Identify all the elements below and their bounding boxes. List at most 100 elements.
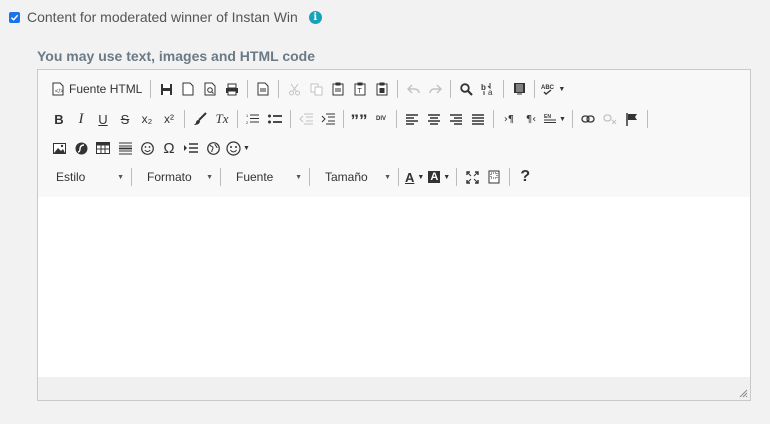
indent-button[interactable] — [317, 108, 339, 130]
cut-icon — [288, 83, 300, 95]
flash-icon — [75, 142, 87, 154]
svg-text:T: T — [358, 88, 363, 95]
justify-button[interactable] — [467, 108, 489, 130]
find-button[interactable] — [455, 78, 477, 100]
strike-button[interactable]: S — [114, 108, 136, 130]
create-div-button[interactable]: DIV — [370, 108, 392, 130]
separator — [503, 80, 505, 98]
anchor-button[interactable] — [621, 108, 643, 130]
maximize-button[interactable] — [461, 166, 483, 188]
separator — [571, 110, 573, 128]
separator — [493, 110, 494, 128]
italic-button[interactable]: I — [70, 108, 92, 130]
format-select[interactable]: Formato ▼ — [133, 166, 219, 188]
separator — [150, 80, 152, 98]
special-char-button[interactable]: Ω — [158, 137, 180, 159]
rich-text-editor: </> Fuente HTML T b a ABC ▼ B I U S x₂ x… — [37, 69, 751, 401]
new-page-button[interactable] — [177, 78, 199, 100]
unlink-button[interactable] — [599, 108, 621, 130]
toolbar-row-2: B I U S x₂ x² Tx 12 ”” DIV ›¶ ¶‹ EN ▼ — [48, 107, 652, 131]
style-select-label: Estilo — [56, 170, 86, 184]
moderated-content-checkbox[interactable] — [9, 11, 20, 23]
horizontal-rule-button[interactable] — [114, 137, 136, 159]
superscript-button[interactable]: x² — [158, 108, 180, 130]
copy-icon — [310, 83, 323, 95]
editor-content-area[interactable] — [38, 197, 750, 379]
separator — [309, 168, 310, 186]
size-select[interactable]: Tamaño ▼ — [311, 166, 397, 188]
cut-button[interactable] — [283, 78, 305, 100]
undo-button[interactable] — [402, 78, 424, 100]
preview-button[interactable] — [199, 78, 221, 100]
iframe-button[interactable] — [202, 137, 224, 159]
save-icon — [160, 83, 172, 95]
flash-button[interactable] — [70, 137, 92, 159]
chevron-down-icon: ▼ — [558, 85, 566, 93]
source-button[interactable]: </> Fuente HTML — [48, 78, 146, 100]
help-button[interactable]: ? — [514, 166, 536, 188]
print-icon — [226, 83, 239, 95]
blockquote-button[interactable]: ”” — [348, 108, 370, 130]
bold-button[interactable]: B — [48, 108, 70, 130]
globe-icon — [206, 141, 220, 155]
redo-button[interactable] — [424, 78, 446, 100]
separator — [278, 80, 280, 98]
numbered-list-button[interactable]: 12 — [242, 108, 264, 130]
bulleted-list-icon — [268, 114, 282, 124]
outdent-button[interactable] — [295, 108, 317, 130]
style-select[interactable]: Estilo ▼ — [42, 166, 130, 188]
show-blocks-button[interactable] — [483, 166, 505, 188]
show-blocks-icon — [488, 170, 500, 184]
language-icon: EN — [544, 114, 556, 123]
select-all-button[interactable] — [508, 78, 530, 100]
link-button[interactable] — [577, 108, 599, 130]
print-button[interactable] — [221, 78, 243, 100]
paste-button[interactable] — [327, 78, 349, 100]
copy-button[interactable] — [305, 78, 327, 100]
smiley-icon — [140, 141, 154, 155]
align-left-button[interactable] — [401, 108, 423, 130]
remove-format-button[interactable]: Tx — [211, 108, 233, 130]
bg-color-button[interactable]: A ▼ — [426, 166, 452, 188]
replace-button[interactable]: ba — [477, 78, 499, 100]
text-color-icon: A — [405, 169, 415, 185]
svg-text:1: 1 — [246, 113, 249, 118]
table-button[interactable] — [92, 137, 114, 159]
editor-hint: You may use text, images and HTML code — [37, 48, 315, 64]
separator — [184, 110, 185, 128]
check-icon — [10, 14, 19, 21]
maximize-icon — [466, 170, 479, 184]
image-button[interactable] — [48, 137, 70, 159]
language-button[interactable]: EN ▼ — [542, 108, 568, 130]
separator — [456, 168, 458, 186]
copy-format-button[interactable] — [189, 108, 211, 130]
indent-icon — [321, 113, 335, 125]
subscript-button[interactable]: x₂ — [136, 108, 158, 130]
align-center-button[interactable] — [423, 108, 445, 130]
underline-button[interactable]: U — [92, 108, 114, 130]
spellcheck-button[interactable]: ABC ▼ — [539, 78, 567, 100]
resize-handle-icon[interactable] — [739, 389, 748, 398]
templates-button[interactable] — [252, 78, 274, 100]
ltr-icon: ›¶ — [503, 113, 515, 125]
align-right-button[interactable] — [445, 108, 467, 130]
info-icon[interactable]: i — [308, 10, 322, 24]
text-color-button[interactable]: A ▼ — [403, 166, 426, 188]
svg-text:ABC: ABC — [541, 85, 555, 91]
paste-text-button[interactable]: T — [349, 78, 371, 100]
bulleted-list-button[interactable] — [264, 108, 286, 130]
rtl-button[interactable]: ¶‹ — [520, 108, 542, 130]
paintbrush-icon — [194, 112, 207, 125]
save-button[interactable] — [155, 78, 177, 100]
svg-text:b: b — [481, 83, 486, 92]
paste-word-button[interactable] — [371, 78, 393, 100]
emoji-icon — [226, 140, 241, 156]
ltr-button[interactable]: ›¶ — [498, 108, 520, 130]
separator — [290, 110, 291, 128]
toolbar-row-3: Ω ▼ — [48, 136, 252, 160]
page-break-button[interactable] — [180, 137, 202, 159]
smiley-button[interactable] — [136, 137, 158, 159]
font-select[interactable]: Fuente ▼ — [222, 166, 308, 188]
numbered-list-icon: 12 — [246, 113, 259, 125]
emoji-button[interactable]: ▼ — [224, 137, 252, 159]
